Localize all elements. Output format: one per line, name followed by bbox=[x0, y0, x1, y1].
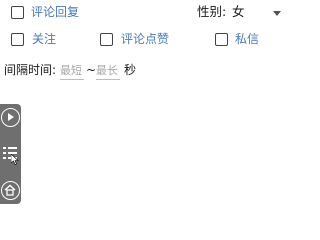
comment-like-label: 评论点赞 bbox=[121, 32, 170, 46]
private-message-checkbox[interactable] bbox=[215, 33, 228, 46]
chevron-down-icon bbox=[273, 11, 281, 16]
follow-checkbox[interactable] bbox=[11, 33, 24, 46]
min-interval-input[interactable] bbox=[60, 61, 84, 80]
range-separator: ~ bbox=[86, 63, 97, 77]
seconds-unit: 秒 bbox=[124, 63, 137, 77]
play-circle-icon bbox=[8, 113, 14, 121]
home-icon bbox=[4, 184, 16, 196]
comment-reply-label: 评论回复 bbox=[31, 5, 80, 19]
follow-label: 关注 bbox=[32, 32, 57, 46]
floating-toolbar bbox=[0, 104, 21, 204]
cursor-icon bbox=[11, 154, 19, 165]
home-button[interactable] bbox=[1, 181, 20, 200]
comment-reply-checkbox[interactable] bbox=[11, 6, 24, 19]
gender-label: 性别: bbox=[197, 4, 227, 19]
gender-value: 女 bbox=[232, 4, 245, 19]
comment-like-checkbox[interactable] bbox=[100, 33, 113, 46]
private-message-label: 私信 bbox=[235, 32, 260, 46]
interval-label: 间隔时间: bbox=[4, 63, 57, 77]
play-button[interactable] bbox=[1, 108, 20, 127]
max-interval-input[interactable] bbox=[96, 61, 120, 80]
gender-select[interactable]: 性别: 女 bbox=[190, 2, 290, 22]
